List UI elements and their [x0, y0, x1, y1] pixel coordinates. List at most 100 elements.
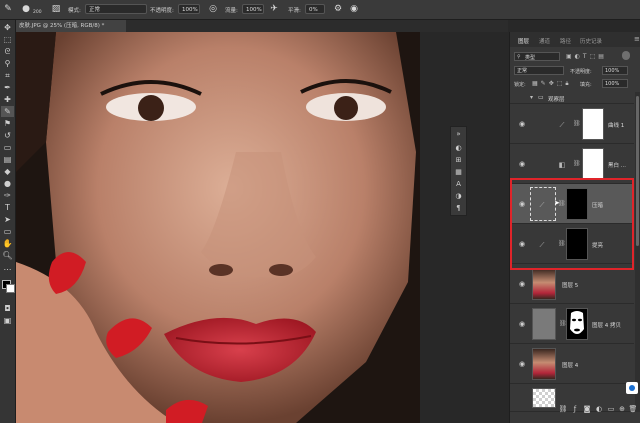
type-tool-icon[interactable]: T — [1, 202, 14, 213]
layer-thumbnail[interactable] — [532, 388, 556, 408]
history-brush-tool-icon[interactable]: ↺ — [1, 130, 14, 141]
layer-mask-thumbnail[interactable] — [582, 148, 604, 180]
brush-tool-icon[interactable]: ✎ — [1, 106, 14, 117]
blend-mode-dropdown[interactable]: 正常 — [514, 66, 564, 75]
mode-dropdown[interactable]: 正常 — [85, 4, 147, 14]
brush-panel-icon[interactable]: ▨ — [50, 3, 62, 15]
brush-preset-icon[interactable]: ● — [20, 3, 32, 15]
flow-label: 流量: — [225, 8, 238, 14]
tab-history[interactable]: 历史记录 — [580, 37, 602, 45]
layer-name: 观察层 — [548, 97, 565, 103]
opacity-label: 不透明度: — [150, 8, 174, 14]
more-tools-icon[interactable]: … — [1, 262, 14, 273]
filter-search-icon: ⚲ — [517, 54, 521, 60]
visibility-eye-icon[interactable]: ◉ — [518, 280, 526, 288]
tools-bar: ✥ ⬚ ᘓ ⚲ ⌗ ✒ ✚ ✎ ⚑ ↺ ▭ ▤ ◆ ● ✑ T ➤ ▭ ✋ 🔍︎… — [0, 20, 16, 423]
link-icon[interactable]: ⛓ — [573, 160, 581, 167]
layer-row-layer-4[interactable]: ◉ 图层 4 — [510, 344, 634, 384]
portrait-photo[interactable] — [16, 32, 420, 423]
swatches-icon[interactable]: ▦ — [453, 167, 464, 178]
layer-row-group[interactable]: ▾ ▭ 观察层 — [510, 92, 634, 104]
scrollbar-thumb[interactable] — [636, 96, 639, 246]
libraries-icon[interactable]: ⊞ — [453, 155, 464, 166]
crop-tool-icon[interactable]: ⌗ — [1, 70, 14, 81]
layer-thumbnail[interactable] — [532, 308, 556, 340]
layer-row-curves-1[interactable]: ◉ ⟋ ⛓ 曲线 1 — [510, 104, 634, 144]
quick-mask-icon[interactable]: ◘ — [1, 303, 14, 314]
link-icon[interactable]: ⛓ — [573, 120, 581, 127]
tab-channels[interactable]: 通道 — [539, 37, 550, 45]
blur-tool-icon[interactable]: ◆ — [1, 166, 14, 177]
layer-row-layer-4-copy[interactable]: ◉ ⛓ 图层 4 拷贝 — [510, 304, 634, 344]
layer-row-layer-5[interactable]: ◉ 图层 5 — [510, 264, 634, 304]
layer-name: 图层 4 拷贝 — [592, 323, 621, 329]
tab-paths[interactable]: 路径 — [560, 37, 571, 45]
visibility-eye-icon[interactable]: ◉ — [518, 120, 526, 128]
adjustments-icon[interactable]: ◐ — [453, 143, 464, 154]
layer-mask-thumbnail[interactable] — [566, 308, 588, 340]
eyedropper-tool-icon[interactable]: ✒ — [1, 82, 14, 93]
smoothing-field[interactable]: 0% — [305, 4, 325, 14]
visibility-eye-icon[interactable]: ◉ — [518, 360, 526, 368]
watermark-dot-icon — [629, 385, 635, 391]
paragraph-icon[interactable]: ¶ — [453, 203, 464, 214]
group-arrow-icon[interactable]: ▾ — [530, 94, 533, 101]
layer-mask-thumbnail[interactable] — [582, 108, 604, 140]
healing-tool-icon[interactable]: ✚ — [1, 94, 14, 105]
panel-menu-icon[interactable]: ≡ — [634, 35, 640, 43]
lasso-tool-icon[interactable]: ᘓ — [1, 46, 14, 57]
filter-toggle[interactable] — [622, 51, 630, 60]
character-icon[interactable]: A — [453, 179, 464, 190]
kind-filter-dropdown[interactable]: ⚲ 类型 — [514, 52, 560, 61]
gradient-tool-icon[interactable]: ▤ — [1, 154, 14, 165]
zoom-tool-icon[interactable]: 🔍︎ — [1, 250, 14, 261]
stamp-tool-icon[interactable]: ⚑ — [1, 118, 14, 129]
dodge-tool-icon[interactable]: ● — [1, 178, 14, 189]
layer-scrollbar[interactable] — [635, 92, 640, 412]
opacity-field[interactable]: 100% — [178, 4, 200, 14]
new-group-icon[interactable]: ▭ — [606, 404, 616, 414]
quick-select-tool-icon[interactable]: ⚲ — [1, 58, 14, 69]
fill-field[interactable]: 100% — [602, 79, 628, 88]
styles-icon[interactable]: ◑ — [453, 191, 464, 202]
move-tool-icon[interactable]: ✥ — [1, 22, 14, 33]
hand-tool-icon[interactable]: ✋ — [1, 238, 14, 249]
layer-name: 图层 4 — [562, 363, 579, 369]
layer-name: 黑白 ... — [608, 163, 626, 169]
document-tab[interactable]: 皮肤.JPG @ 25% (压暗, RGB/8) * — [16, 20, 126, 32]
marquee-tool-icon[interactable]: ⬚ — [1, 34, 14, 45]
gear-icon[interactable]: ⚙ — [332, 3, 344, 15]
watermark-badge — [626, 382, 638, 394]
collapse-icon[interactable]: » — [453, 129, 464, 140]
filter-type-icons[interactable]: ▣◐T⬚▤ — [566, 53, 607, 60]
path-select-tool-icon[interactable]: ➤ — [1, 214, 14, 225]
background-color-swatch[interactable] — [6, 284, 15, 293]
link-layers-icon[interactable]: ⛓ — [558, 404, 568, 414]
layer-thumbnail[interactable] — [532, 268, 556, 300]
flow-field[interactable]: 100% — [242, 4, 264, 14]
eraser-tool-icon[interactable]: ▭ — [1, 142, 14, 153]
screen-mode-icon[interactable]: ▣ — [1, 315, 14, 326]
layer-opacity-label: 不透明度: — [570, 69, 592, 75]
layer-style-icon[interactable]: ƒ — [570, 404, 580, 414]
lock-icons[interactable]: ▦✎✥⬚🔒︎ — [532, 80, 572, 88]
brush-tool-icon[interactable]: ✎ — [2, 3, 14, 15]
layer-opacity-field[interactable]: 100% — [602, 66, 628, 75]
pressure-size-icon[interactable]: ◉ — [348, 3, 360, 15]
folder-icon: ▭ — [538, 94, 544, 101]
shape-tool-icon[interactable]: ▭ — [1, 226, 14, 237]
delete-layer-icon[interactable]: 🗑︎ — [628, 404, 638, 414]
visibility-eye-icon[interactable]: ◉ — [518, 320, 526, 328]
options-bar: ✎ ● 200 ▨ 模式: 正常 不透明度: 100% ◎ 流量: 100% ✈… — [0, 0, 640, 20]
airbrush-icon[interactable]: ✈ — [268, 3, 280, 15]
highlight-box — [510, 178, 634, 270]
black-white-adjustment-icon: ◧ — [558, 161, 566, 169]
tab-layers[interactable]: 图层 — [518, 37, 529, 45]
visibility-eye-icon[interactable]: ◉ — [518, 160, 526, 168]
layer-thumbnail[interactable] — [532, 348, 556, 380]
new-layer-icon[interactable]: ⊕ — [617, 404, 627, 414]
new-adjustment-icon[interactable]: ◐ — [594, 404, 604, 414]
pressure-opacity-icon[interactable]: ◎ — [207, 3, 219, 15]
pen-tool-icon[interactable]: ✑ — [1, 190, 14, 201]
add-mask-icon[interactable]: ◙ — [582, 404, 592, 414]
